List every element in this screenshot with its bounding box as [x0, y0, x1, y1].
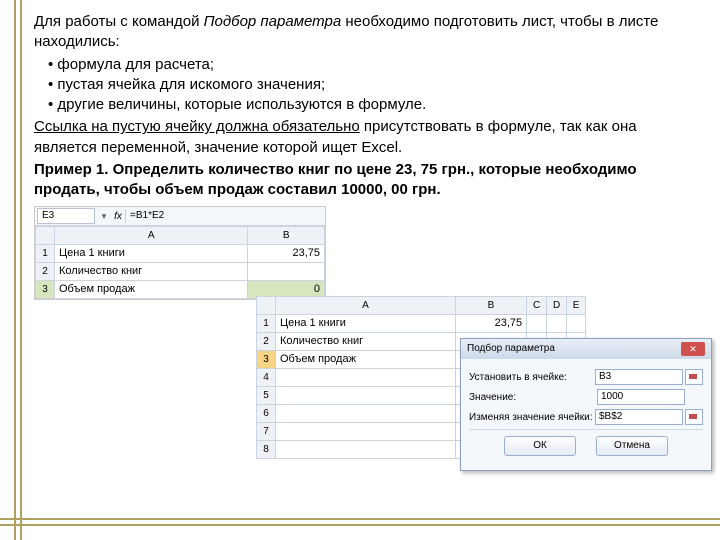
- bcol-E[interactable]: E: [567, 297, 586, 315]
- intro-part1: Для работы с командой: [34, 13, 204, 30]
- range-picker-icon-2[interactable]: [685, 409, 703, 425]
- mini-grid: AB 1Цена 1 книги23,75 2Количество книг 3…: [35, 226, 325, 299]
- note-underline: Ссылка на пустую ячейку должна обязатель…: [34, 118, 360, 135]
- bullet-other: другие величины, которые используются в …: [48, 95, 700, 115]
- name-box-dropdown-icon[interactable]: ▾: [97, 210, 111, 222]
- goal-seek-dialog: Подбор параметра ✕ Установить в ячейке: …: [460, 338, 712, 471]
- name-box[interactable]: E3: [37, 208, 95, 224]
- bullet-list: формула для расчета; пустая ячейка для и…: [48, 55, 700, 116]
- note-paragraph: Ссылка на пустую ячейку должна обязатель…: [34, 117, 700, 158]
- label-value: Значение:: [469, 391, 597, 405]
- example-heading: Пример 1. Определить количество книг по …: [34, 160, 700, 201]
- bcol-B[interactable]: B: [455, 297, 526, 315]
- bcol-C[interactable]: C: [527, 297, 547, 315]
- label-change-cell: Изменяя значение ячейки:: [469, 411, 595, 425]
- bcol-D[interactable]: D: [547, 297, 567, 315]
- close-icon[interactable]: ✕: [681, 342, 705, 356]
- input-set-cell[interactable]: B3: [595, 369, 683, 385]
- dialog-title: Подбор параметра: [467, 339, 555, 359]
- ok-button[interactable]: ОК: [504, 436, 576, 456]
- row-2[interactable]: 2: [36, 263, 55, 281]
- label-set-cell: Установить в ячейке:: [469, 371, 595, 385]
- col-A[interactable]: A: [55, 227, 248, 245]
- input-value[interactable]: 1000: [597, 389, 685, 405]
- row-3[interactable]: 3: [36, 281, 55, 299]
- command-name: Подбор параметра: [204, 13, 342, 30]
- cell-A1[interactable]: Цена 1 книги: [55, 245, 248, 263]
- fx-icon[interactable]: fx: [111, 210, 125, 224]
- excel-mini-screenshot: E3 ▾ fx =B1*E2 AB 1Цена 1 книги23,75 2Ко…: [34, 206, 326, 300]
- cell-A2[interactable]: Количество книг: [55, 263, 248, 281]
- input-change-cell[interactable]: $B$2: [595, 409, 683, 425]
- cancel-button[interactable]: Отмена: [596, 436, 668, 456]
- cell-B1[interactable]: 23,75: [248, 245, 325, 263]
- cell-A3[interactable]: Объем продаж: [55, 281, 248, 299]
- intro-paragraph: Для работы с командой Подбор параметра н…: [34, 12, 700, 53]
- row-1[interactable]: 1: [36, 245, 55, 263]
- cell-B2[interactable]: [248, 263, 325, 281]
- formula-bar[interactable]: =B1*E2: [125, 209, 325, 223]
- bullet-formula: формула для расчета;: [48, 55, 700, 75]
- bcol-A[interactable]: A: [276, 297, 456, 315]
- col-B[interactable]: B: [248, 227, 325, 245]
- range-picker-icon[interactable]: [685, 369, 703, 385]
- bullet-empty-cell: пустая ячейка для искомого значения;: [48, 75, 700, 95]
